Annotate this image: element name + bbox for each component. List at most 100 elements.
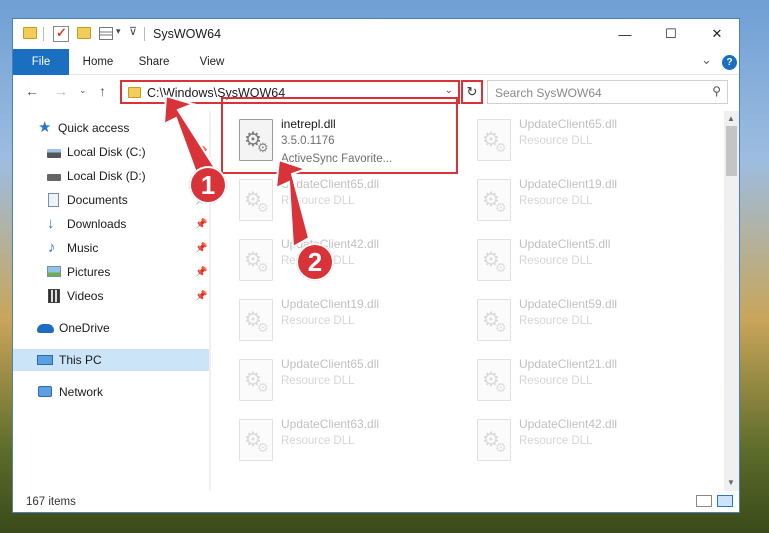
file-item[interactable]: ⚙⚙ UpdateClient42.dll Resource DLL: [471, 413, 703, 471]
file-name: UpdateClient19.dll: [519, 177, 618, 191]
file-description: Resource DLL: [519, 195, 593, 207]
navigation-pane: ★ Quick access Local Disk (C:) 📌 Local D…: [13, 111, 209, 491]
tab-file[interactable]: File: [13, 49, 69, 75]
folder-icon: [23, 27, 37, 39]
file-name: UpdateClient5.dll: [519, 237, 611, 251]
sidebar-item-documents[interactable]: Documents 📌: [13, 189, 209, 211]
star-icon: ★: [38, 119, 52, 136]
file-name: UpdateClient65.dll: [281, 357, 380, 371]
file-name: UpdateClient59.dll: [519, 297, 618, 311]
back-arrow-icon[interactable]: ←: [25, 83, 39, 99]
search-icon[interactable]: ⚲: [712, 84, 721, 98]
file-description: Resource DLL: [281, 315, 355, 327]
file-item[interactable]: ⚙ ⚙ UpdateClient65.dll Resource DLL: [233, 353, 465, 411]
dll-file-icon: ⚙ ⚙: [239, 359, 273, 401]
sidebar-item-downloads[interactable]: ↓ Downloads 📌: [13, 213, 209, 235]
up-arrow-icon[interactable]: ↑: [99, 83, 106, 99]
file-item[interactable]: ⚙ ⚙ UpdateClient59.dll Resource DLL: [471, 293, 703, 351]
tab-share[interactable]: Share: [131, 49, 177, 75]
details-view-icon[interactable]: [696, 495, 712, 507]
status-bar: 167 items: [13, 491, 739, 512]
pc-icon: [37, 355, 53, 365]
pin-icon[interactable]: 📌: [195, 267, 207, 278]
scroll-up-icon[interactable]: ▲: [727, 114, 735, 123]
scroll-down-icon[interactable]: ▼: [727, 478, 735, 487]
file-name: UpdateClient42.dll: [519, 417, 618, 431]
file-description: Resource DLL: [281, 375, 355, 387]
tab-view[interactable]: View: [189, 49, 235, 75]
sidebar-item-label: Local Disk (D:): [67, 169, 146, 183]
quick-access-dropdown-icon[interactable]: ▾: [116, 26, 121, 37]
recent-locations-icon[interactable]: ⌄: [79, 85, 87, 96]
toolbar-separator: [43, 27, 44, 41]
sidebar-item-pictures[interactable]: Pictures 📌: [13, 261, 209, 283]
sidebar-item-network[interactable]: Network: [13, 381, 209, 403]
pin-icon[interactable]: 📌: [195, 291, 207, 302]
music-icon: ♪: [48, 239, 56, 256]
file-description: Resource DLL: [519, 315, 593, 327]
sidebar-item-local-disk-c[interactable]: Local Disk (C:) 📌: [13, 141, 209, 163]
expand-ribbon-icon[interactable]: ⌄: [701, 52, 712, 68]
network-icon: [38, 386, 52, 397]
file-explorer-window: ▾ ⊽ SysWOW64 — ☐ ✕ File Home Share View …: [12, 18, 740, 513]
dll-file-icon: ⚙ ⚙: [477, 359, 511, 401]
sidebar-item-music[interactable]: ♪ Music 📌: [13, 237, 209, 259]
minimize-button[interactable]: —: [602, 19, 648, 49]
search-input[interactable]: Search SysWOW64 ⚲: [487, 80, 728, 104]
sidebar-item-label: Music: [67, 241, 99, 255]
file-description: Resource DLL: [519, 435, 593, 447]
properties-check-icon[interactable]: [53, 25, 69, 42]
file-description: Resource DLL: [281, 195, 355, 207]
file-name: UpdateClient42.dll: [281, 237, 380, 251]
refresh-icon: ↻: [466, 84, 478, 99]
sidebar-item-label: Pictures: [67, 265, 111, 279]
file-item[interactable]: ⚙ ⚙ UpdateClient19.dll Resource DLL: [471, 173, 703, 231]
sidebar-item-label: This PC: [59, 353, 102, 367]
sidebar-item-label: Downloads: [67, 217, 127, 231]
dll-file-icon: ⚙ ⚙: [239, 299, 273, 341]
sidebar-item-label: Network: [59, 385, 104, 399]
large-icons-view-icon[interactable]: [717, 495, 733, 507]
sidebar-item-quick-access[interactable]: ★ Quick access: [13, 117, 209, 139]
pictures-icon: [47, 266, 61, 277]
file-name: UpdateClient19.dll: [281, 297, 380, 311]
step-2-badge: 2: [296, 243, 334, 281]
new-folder-icon[interactable]: [77, 27, 91, 39]
toolbar-separator: [144, 27, 145, 41]
sidebar-item-videos[interactable]: Videos 📌: [13, 285, 209, 307]
pin-icon[interactable]: 📌: [195, 219, 207, 230]
documents-icon: [48, 193, 59, 207]
customize-toolbar-icon[interactable]: ⊽: [129, 25, 137, 38]
file-name: UpdateClient63.dll: [281, 417, 380, 431]
close-button[interactable]: ✕: [694, 19, 739, 49]
refresh-button[interactable]: ↻: [461, 80, 483, 104]
sidebar-item-this-pc[interactable]: This PC: [13, 349, 209, 371]
file-item[interactable]: ⚙ ⚙ UpdateClient65.dll Resource DLL: [471, 113, 703, 171]
maximize-button[interactable]: ☐: [648, 19, 694, 49]
properties-icon[interactable]: [99, 27, 113, 40]
dll-file-icon: ⚙ ⚙: [239, 419, 273, 461]
dll-file-icon: ⚙ ⚙: [477, 419, 511, 461]
file-item[interactable]: ⚙⚙ UpdateClient42.dll Resource DLL: [233, 233, 465, 291]
download-icon: ↓: [47, 215, 55, 232]
scrollbar-thumb[interactable]: [726, 126, 737, 176]
pin-icon[interactable]: 📌: [195, 243, 207, 254]
sidebar-item-onedrive[interactable]: OneDrive: [13, 317, 209, 339]
chevron-down-icon[interactable]: ⌄: [445, 85, 453, 96]
title-bar: ▾ ⊽ SysWOW64 — ☐ ✕: [13, 19, 739, 49]
pin-icon[interactable]: 📌: [195, 147, 207, 158]
file-item[interactable]: ⚙ ⚙ UpdateClient63.dll Resource DLL: [233, 413, 465, 471]
file-name: UpdateClient65.dll: [519, 117, 618, 131]
item-count: 167 items: [26, 496, 76, 508]
file-item[interactable]: ⚙ ⚙ UpdateClient5.dll Resource DLL: [471, 233, 703, 291]
file-item[interactable]: ⚙ ⚙ UpdateClient21.dll Resource DLL: [471, 353, 703, 411]
help-icon[interactable]: ?: [722, 55, 737, 70]
videos-icon: [48, 289, 60, 303]
vertical-scrollbar[interactable]: ▲ ▼: [724, 111, 739, 491]
file-item[interactable]: ⚙ ⚙ UpdateClient65.dll Resource DLL: [233, 173, 465, 231]
sidebar-item-local-disk-d[interactable]: Local Disk (D:): [13, 165, 209, 187]
tab-home[interactable]: Home: [75, 49, 121, 75]
forward-arrow-icon[interactable]: →: [54, 83, 68, 99]
file-item[interactable]: ⚙ ⚙ UpdateClient19.dll Resource DLL: [233, 293, 465, 351]
dll-file-icon: ⚙ ⚙: [477, 179, 511, 221]
